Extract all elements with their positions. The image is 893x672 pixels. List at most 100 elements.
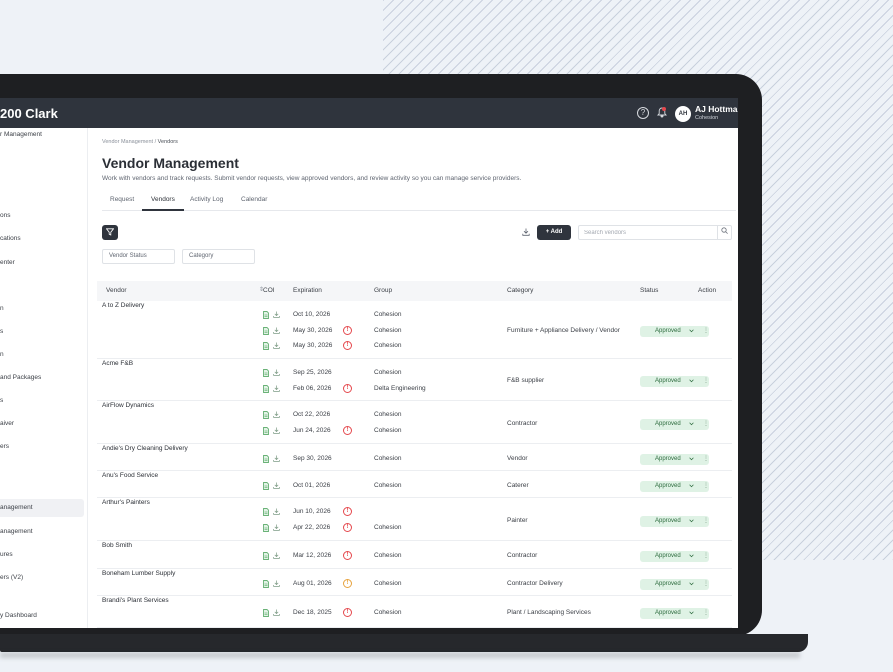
file-icon[interactable] <box>263 384 269 396</box>
more-vertical-icon[interactable]: ⋮ <box>703 551 709 562</box>
sidebar-item[interactable]: cations <box>0 230 21 248</box>
download-icon[interactable] <box>273 552 280 562</box>
vendor-name[interactable]: Andie's Dry Cleaning Delivery <box>102 445 188 452</box>
sidebar-item[interactable]: s <box>0 323 3 341</box>
download-icon[interactable] <box>273 609 280 619</box>
tab-calendar[interactable]: Calendar <box>241 196 267 203</box>
download-icon[interactable] <box>273 369 280 379</box>
more-vertical-icon[interactable]: ⋮ <box>703 481 709 492</box>
file-icon[interactable] <box>263 508 269 519</box>
status-dropdown[interactable]: Approved ⋮ <box>640 551 709 562</box>
sidebar-item[interactable]: y Dashboard <box>0 607 37 625</box>
status-dropdown[interactable]: Approved ⋮ <box>640 579 709 590</box>
tab-activity-log[interactable]: Activity Log <box>190 196 223 203</box>
search-input[interactable] <box>584 229 714 237</box>
download-icon[interactable] <box>273 455 280 465</box>
sidebar-item[interactable]: enter <box>0 254 15 272</box>
download-icon[interactable] <box>273 524 280 534</box>
more-vertical-icon[interactable]: ⋮ <box>703 326 709 337</box>
table-row[interactable]: Anu's Food Service Oct 01, 2026 Cohesion Ca… <box>97 471 732 498</box>
tab-vendors[interactable]: Vendors <box>151 196 175 203</box>
download-icon[interactable] <box>273 385 280 395</box>
file-icon[interactable] <box>263 523 269 535</box>
file-icon[interactable] <box>263 552 269 563</box>
file-icon[interactable] <box>263 482 269 493</box>
table-row[interactable]: Brandi's Plant Services Dec 18, 2025! Cohe… <box>97 596 732 628</box>
download-icon[interactable] <box>273 411 280 421</box>
status-dropdown[interactable]: Approved ⋮ <box>640 376 709 387</box>
table-row[interactable]: Andie's Dry Cleaning Delivery Sep 30, 202… <box>97 444 732 471</box>
vendor-name[interactable]: A to Z Delivery <box>102 302 144 309</box>
table-row[interactable]: AirFlow Dynamics Oct 22, 2026 Cohesion Jun … <box>97 401 732 444</box>
file-icon[interactable] <box>263 369 269 380</box>
more-vertical-icon[interactable]: ⋮ <box>703 376 709 387</box>
file-icon[interactable] <box>263 342 269 353</box>
sidebar-item[interactable]: and Packages <box>0 369 41 387</box>
vendor-name[interactable]: Boneham Lumber Supply <box>102 570 175 577</box>
sidebar-item[interactable]: ers <box>0 438 9 456</box>
file-icon[interactable] <box>263 326 269 338</box>
file-icon[interactable] <box>263 411 269 422</box>
status-dropdown[interactable]: Approved ⋮ <box>640 516 709 527</box>
file-icon[interactable] <box>263 580 269 591</box>
download-icon[interactable] <box>273 327 280 337</box>
more-vertical-icon[interactable]: ⋮ <box>703 608 709 619</box>
vendor-name[interactable]: Brandi's Plant Services <box>102 597 169 604</box>
chevron-down-icon <box>689 326 694 338</box>
sidebar-item[interactable]: ons <box>0 207 10 225</box>
sidebar-item[interactable]: s <box>0 392 3 410</box>
status-dropdown[interactable]: Approved ⋮ <box>640 419 709 430</box>
table-row[interactable]: Acme F&B Sep 25, 2026 Cohesion Feb 06, 2026… <box>97 359 732 401</box>
user-name[interactable]: AJ Hottman <box>695 104 738 114</box>
download-icon[interactable] <box>273 311 280 321</box>
breadcrumb-parent[interactable]: Vendor Management <box>102 139 153 145</box>
table-row[interactable]: A to Z Delivery Oct 10, 2026 Cohesion May 3… <box>97 301 732 359</box>
sidebar-item[interactable]: aiver <box>0 415 14 433</box>
vendor-name[interactable]: Arthur's Painters <box>102 499 150 506</box>
brand-title[interactable]: 200 Clark <box>0 106 58 121</box>
sidebar-item[interactable]: ures <box>0 546 13 564</box>
add-vendor-button[interactable]: + Add <box>537 225 571 240</box>
more-vertical-icon[interactable]: ⋮ <box>703 516 709 527</box>
avatar[interactable]: AH <box>675 106 691 122</box>
status-dropdown[interactable]: Approved ⋮ <box>640 326 709 337</box>
coi-line: Aug 01, 2026! Cohesion <box>97 578 732 590</box>
category-select[interactable]: Category <box>182 249 255 264</box>
sidebar-item[interactable]: n <box>0 346 4 364</box>
help-circle-icon[interactable]: ? <box>637 107 649 119</box>
sidebar-item[interactable]: n <box>0 300 4 318</box>
download-icon[interactable] <box>273 508 280 518</box>
status-dropdown[interactable]: Approved ⋮ <box>640 454 709 465</box>
filter-button[interactable] <box>102 225 118 240</box>
download-icon[interactable] <box>273 482 280 492</box>
sidebar-item[interactable]: ers (V2) <box>0 569 23 587</box>
search-icon[interactable] <box>717 226 731 239</box>
status-dropdown[interactable]: Approved ⋮ <box>640 481 709 492</box>
status-dropdown[interactable]: Approved ⋮ <box>640 608 709 619</box>
vendor-name[interactable]: Acme F&B <box>102 360 133 367</box>
file-icon[interactable] <box>263 455 269 466</box>
vendor-name[interactable]: Anu's Food Service <box>102 472 158 479</box>
sidebar-item[interactable]: anagement <box>0 523 33 541</box>
more-vertical-icon[interactable]: ⋮ <box>703 454 709 465</box>
file-icon[interactable] <box>263 311 269 322</box>
download-icon[interactable] <box>522 228 530 238</box>
more-vertical-icon[interactable]: ⋮ <box>703 419 709 430</box>
sidebar-item[interactable]: r Management <box>0 126 42 144</box>
active-tab-underline <box>142 209 184 211</box>
file-icon[interactable] <box>263 426 269 438</box>
download-icon[interactable] <box>273 580 280 590</box>
download-icon[interactable] <box>273 427 280 437</box>
table-row[interactable]: Boneham Lumber Supply Aug 01, 2026! Cohesi… <box>97 569 732 596</box>
table-row[interactable]: Arthur's Painters Jun 10, 2026! Apr 22, 20… <box>97 498 732 541</box>
table-row[interactable]: Bob Smith Mar 12, 2026! Cohesion Contractor… <box>97 541 732 569</box>
file-icon[interactable] <box>263 609 269 620</box>
vendor-name[interactable]: Bob Smith <box>102 542 132 549</box>
column-header-vendor[interactable]: Vendor <box>106 287 127 294</box>
download-icon[interactable] <box>273 342 280 352</box>
sidebar-item[interactable]: anagement <box>0 499 84 517</box>
more-vertical-icon[interactable]: ⋮ <box>703 579 709 590</box>
vendor-name[interactable]: AirFlow Dynamics <box>102 402 154 409</box>
vendor-status-select[interactable]: Vendor Status <box>102 249 175 264</box>
tab-request[interactable]: Request <box>110 196 134 203</box>
